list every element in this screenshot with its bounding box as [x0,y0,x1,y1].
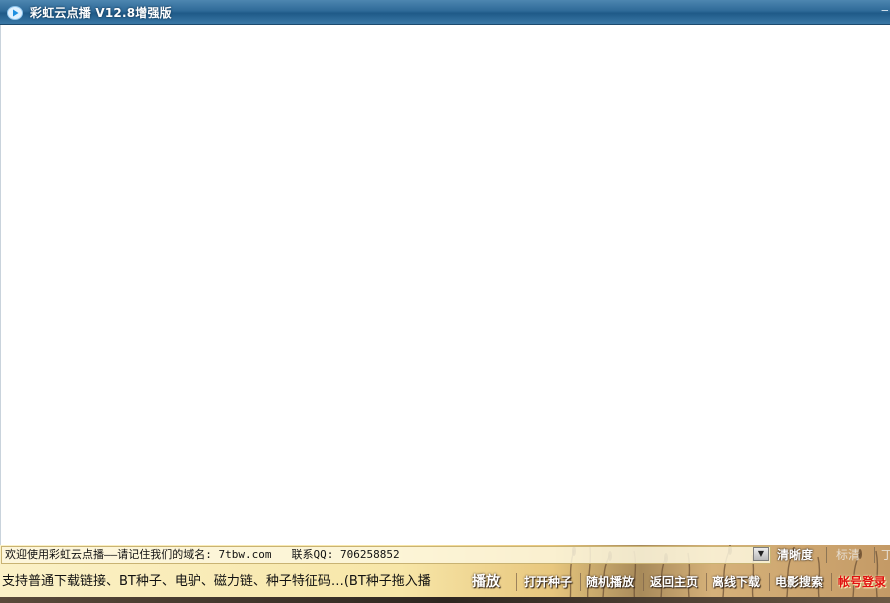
divider [706,573,707,591]
notice-combobox[interactable]: 欢迎使用彩虹云点播——请记住我们的域名: 7tbw.com 联系QQ: 70625… [1,546,771,564]
account-login-button[interactable]: 帐号登录 [838,571,886,593]
welcome-text: 欢迎使用彩虹云点播——请记住我们的域名: 7tbw.com [5,548,272,561]
tips-ticker: 支持普通下载链接、BT种子、电驴、磁力链、种子特征码…(BT种子拖入播 [2,574,431,589]
bottom-decorative-strip [0,597,890,603]
divider [826,547,827,563]
divider [874,547,875,563]
quality-hd-button[interactable]: 清晰度 [777,546,813,565]
play-button[interactable]: 播放 [472,571,500,593]
title-bar[interactable]: 彩虹云点播 V12.8增强版 ‒ [0,0,890,25]
quality-sd-button[interactable]: 标清 [836,546,860,565]
window-control-button[interactable]: ‒ [881,3,890,17]
random-play-button[interactable]: 随机播放 [586,571,634,593]
divider [831,573,832,591]
open-torrent-button[interactable]: 打开种子 [524,571,572,593]
bottom-control-panel: 欢迎使用彩虹云点播——请记住我们的域名: 7tbw.com 联系QQ: 70625… [0,545,890,603]
offline-download-button[interactable]: 离线下载 [712,571,760,593]
divider [769,573,770,591]
play-icon [7,6,23,20]
divider [516,573,517,591]
window-title: 彩虹云点播 V12.8增强版 [30,6,172,20]
notice-row: 欢迎使用彩虹云点播——请记住我们的域名: 7tbw.com 联系QQ: 70625… [0,545,890,566]
home-button[interactable]: 返回主页 [650,571,698,593]
divider [580,573,581,591]
movie-search-button[interactable]: 电影搜索 [775,571,823,593]
divider [643,573,644,591]
qq-contact-text: 联系QQ: 706258852 [291,548,400,561]
toolbar-row: 支持普通下载链接、BT种子、电驴、磁力链、种子特征码…(BT种子拖入播 播放 打… [0,567,890,597]
dropdown-arrow-icon[interactable]: ▼ [753,547,769,561]
video-content-area[interactable] [0,25,890,545]
quality-more-button[interactable]: 丁 [881,546,890,565]
